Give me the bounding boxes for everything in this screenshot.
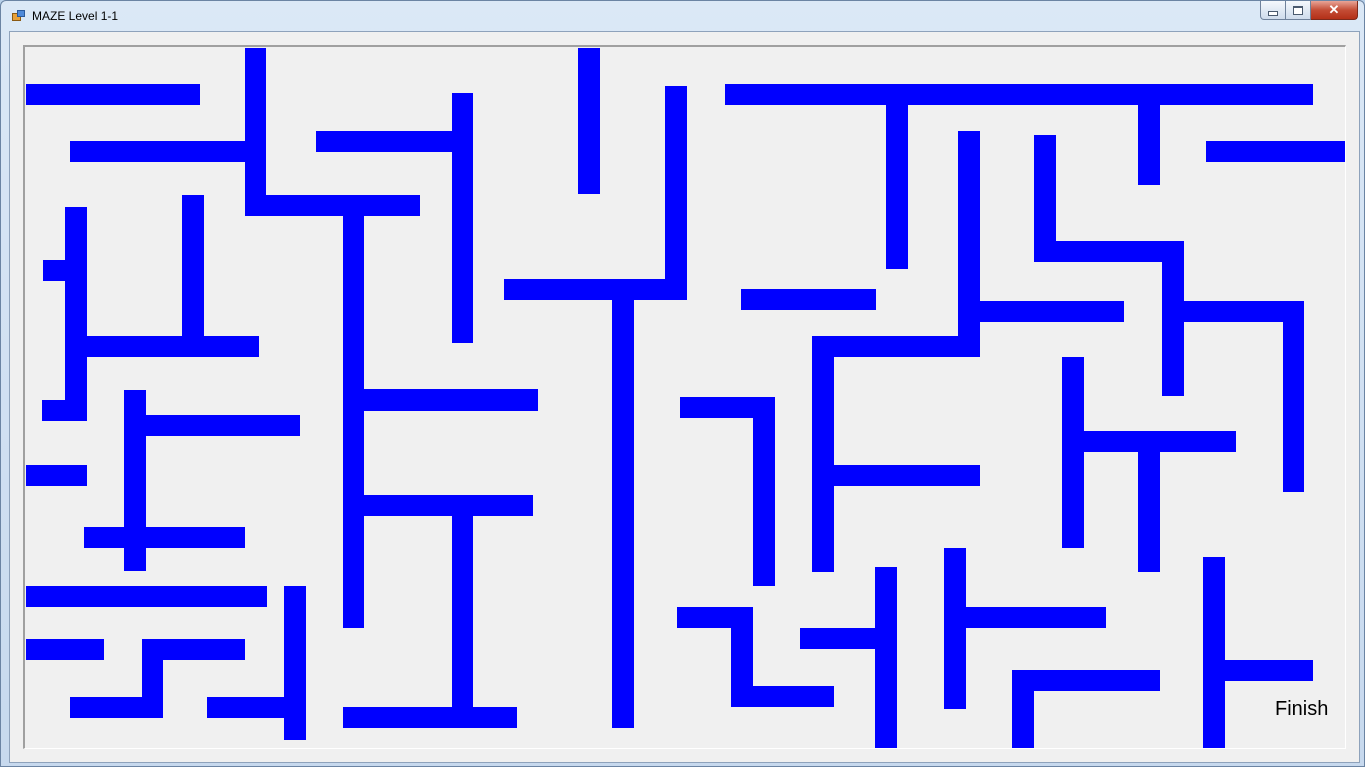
maze-wall <box>26 84 200 105</box>
maze-wall <box>26 586 267 607</box>
maze-wall <box>42 400 87 421</box>
maze-wall <box>316 131 473 152</box>
maze-wall <box>753 418 775 586</box>
maze-wall <box>875 567 897 748</box>
close-icon: ✕ <box>1328 2 1340 17</box>
window-controls: ✕ <box>1260 1 1358 21</box>
maze-wall <box>84 527 245 548</box>
maze-wall <box>343 216 364 628</box>
maze-wall <box>1012 691 1034 748</box>
maze-wall <box>65 207 87 421</box>
window-title: MAZE Level 1-1 <box>32 9 119 23</box>
maze-wall <box>207 697 284 718</box>
maze-wall <box>1138 105 1160 185</box>
maze-wall <box>578 48 600 194</box>
maze-wall <box>741 289 876 310</box>
maze-wall <box>886 105 908 269</box>
maze-wall <box>364 495 533 516</box>
maze-wall <box>725 84 1313 105</box>
maze-wall <box>26 465 87 486</box>
maze-wall <box>1012 670 1160 691</box>
maze-wall <box>245 48 266 216</box>
maze-wall <box>245 195 420 216</box>
maze-wall <box>452 93 473 343</box>
maze-wall <box>452 516 473 713</box>
maze-wall <box>70 141 245 162</box>
app-window: MAZE Level 1-1 ✕ Finish <box>0 0 1365 767</box>
maze-wall <box>1225 660 1313 681</box>
maze-wall <box>142 660 163 718</box>
maze-wall <box>504 279 687 300</box>
maze-wall <box>146 415 300 436</box>
maze-wall <box>680 397 775 418</box>
maze-wall <box>1283 301 1304 492</box>
minimize-button[interactable] <box>1260 1 1286 20</box>
maze-wall <box>1138 452 1160 572</box>
maze-wall <box>26 639 104 660</box>
maze-wall <box>70 697 142 718</box>
maximize-icon <box>1293 5 1303 15</box>
maze-wall <box>834 465 980 486</box>
maze-wall <box>980 301 1124 322</box>
title-bar[interactable]: MAZE Level 1-1 ✕ <box>1 1 1364 31</box>
maze-wall <box>364 389 538 411</box>
maze-wall <box>142 639 245 660</box>
maze-wall <box>284 586 306 740</box>
maze-wall <box>1206 141 1345 162</box>
maze-wall <box>812 336 980 357</box>
maze-wall <box>677 607 753 628</box>
minimize-icon <box>1268 10 1278 16</box>
maximize-button[interactable] <box>1286 1 1311 20</box>
maze-wall <box>800 628 875 649</box>
client-area: Finish <box>9 31 1360 763</box>
maze-wall <box>812 357 834 572</box>
maze-wall <box>731 686 834 707</box>
maze-wall <box>665 86 687 300</box>
maze-wall <box>966 607 1106 628</box>
maze-wall <box>731 628 753 686</box>
finish-label: Finish <box>1275 698 1329 720</box>
close-button[interactable]: ✕ <box>1311 1 1358 20</box>
maze-wall <box>182 195 204 345</box>
app-icon[interactable] <box>12 10 25 21</box>
maze-wall <box>612 300 634 728</box>
maze-wall <box>1084 431 1236 452</box>
maze-wall <box>87 336 259 357</box>
maze-wall <box>958 131 980 356</box>
maze-wall <box>1062 357 1084 548</box>
maze-wall <box>343 707 517 728</box>
maze-wall <box>944 548 966 709</box>
maze-board[interactable]: Finish <box>23 45 1346 749</box>
maze-wall <box>1203 557 1225 748</box>
maze-wall <box>43 260 65 281</box>
